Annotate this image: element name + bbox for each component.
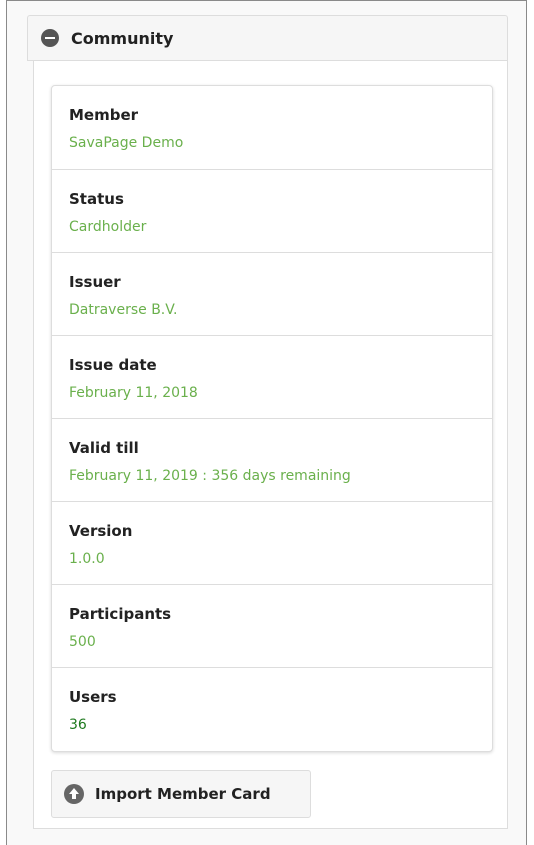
status-label: Status [69,190,124,208]
list-item-issue-date: Issue date February 11, 2018 [52,335,492,418]
list-item-status: Status Cardholder [52,169,492,252]
list-item-version: Version 1.0.0 [52,501,492,584]
users-value: 36 [69,717,87,733]
issuer-label: Issuer [69,273,121,291]
minus-circle-icon [41,29,59,47]
valid-till-label: Valid till [69,439,139,457]
community-collapsible: Community Member SavaPage Demo Status Ca… [27,15,508,829]
participants-value: 500 [69,634,96,650]
community-header-title: Community [71,28,174,48]
users-label: Users [69,688,117,706]
arrow-up-circle-icon [64,784,84,804]
community-collapsible-header[interactable]: Community [27,15,508,61]
list-item-member: Member SavaPage Demo [52,86,492,169]
issuer-value: Datraverse B.V. [69,302,178,318]
issue-date-value: February 11, 2018 [69,385,198,401]
list-item-valid-till: Valid till February 11, 2019 : 356 days … [52,418,492,501]
version-label: Version [69,522,133,540]
version-value: 1.0.0 [69,551,105,567]
community-content: Member SavaPage Demo Status Cardholder I… [33,61,508,829]
import-member-card-label: Import Member Card [95,785,271,803]
list-item-participants: Participants 500 [52,584,492,667]
member-value: SavaPage Demo [69,135,184,151]
member-label: Member [69,106,139,124]
participants-label: Participants [69,605,172,623]
list-item-issuer: Issuer Datraverse B.V. [52,252,492,335]
issue-date-label: Issue date [69,356,157,374]
status-value: Cardholder [69,219,147,235]
import-member-card-button[interactable]: Import Member Card [51,770,311,818]
valid-till-value: February 11, 2019 : 356 days remaining [69,468,351,484]
member-card-details-list: Member SavaPage Demo Status Cardholder I… [51,85,493,752]
list-item-users: Users 36 [52,667,492,751]
